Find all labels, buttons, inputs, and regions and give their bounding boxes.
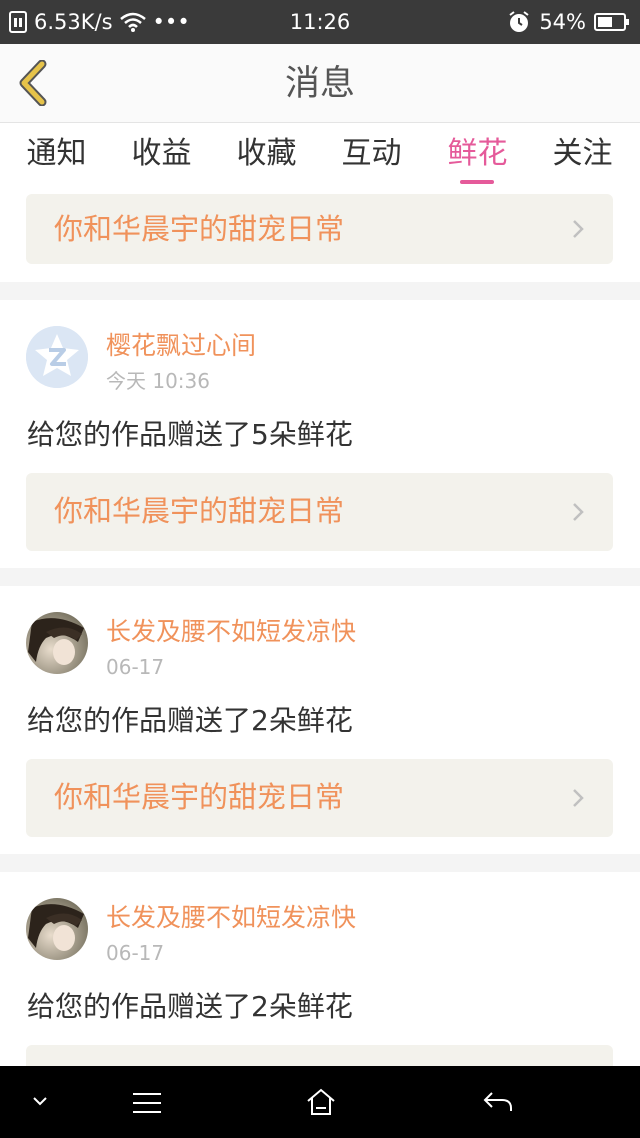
chevron-right-icon [573, 789, 584, 807]
message-text: 给您的作品赠送了2朵鲜花 [27, 704, 353, 737]
work-title: 你和华晨宇的甜宠日常 [54, 780, 345, 814]
user-name[interactable]: 长发及腰不如短发凉快 [106, 616, 356, 648]
avatar[interactable] [26, 898, 88, 960]
photo-avatar [26, 612, 88, 674]
system-nav-bar [0, 1066, 640, 1138]
page-title: 消息 [284, 64, 355, 104]
work-link[interactable]: 你和华晨宇的甜宠日常 [26, 473, 613, 551]
tab-notifications[interactable]: 通知 [4, 135, 109, 173]
menu-icon[interactable] [132, 1092, 162, 1114]
timestamp: 06-17 [106, 941, 165, 965]
timestamp: 06-17 [106, 655, 165, 679]
tab-bar: 通知 收益 收藏 互动 鲜花 关注 [0, 123, 640, 190]
avatar[interactable] [26, 326, 88, 388]
header-bar: 消息 [0, 44, 640, 123]
default-avatar-icon [26, 326, 88, 388]
work-link[interactable]: 你和华晨宇的甜宠日常 [26, 759, 613, 837]
battery-percent: 54% [539, 10, 586, 34]
flower-item: 长发及腰不如短发凉快 06-17 给您的作品赠送了2朵鲜花 [0, 872, 640, 1085]
flower-item-partial: 你和华晨宇的甜宠日常 [0, 190, 640, 282]
back-icon[interactable] [482, 1090, 514, 1114]
tab-follows[interactable]: 关注 [530, 135, 635, 173]
work-title: 你和华晨宇的甜宠日常 [54, 212, 345, 246]
photo-avatar [26, 898, 88, 960]
work-link[interactable]: 你和华晨宇的甜宠日常 [26, 194, 613, 264]
tab-earnings[interactable]: 收益 [109, 135, 214, 173]
status-right: 54% [507, 9, 630, 35]
tab-flowers[interactable]: 鲜花 [425, 135, 530, 173]
avatar[interactable] [26, 612, 88, 674]
active-tab-indicator [460, 180, 494, 184]
user-name[interactable]: 长发及腰不如短发凉快 [106, 902, 356, 934]
status-bar: 6.53K/s ••• 11:26 54% [0, 0, 640, 44]
message-text: 给您的作品赠送了2朵鲜花 [27, 990, 353, 1023]
chevron-down-icon[interactable] [32, 1096, 48, 1106]
message-text: 给您的作品赠送了5朵鲜花 [27, 418, 353, 451]
timestamp: 今天 10:36 [106, 369, 210, 393]
flower-item: 樱花飘过心间 今天 10:36 给您的作品赠送了5朵鲜花 你和华晨宇的甜宠日常 [0, 300, 640, 568]
battery-icon [594, 13, 629, 31]
chevron-right-icon [573, 220, 584, 238]
user-name[interactable]: 樱花飘过心间 [106, 330, 256, 362]
flower-item: 长发及腰不如短发凉快 06-17 给您的作品赠送了2朵鲜花 你和华晨宇的甜宠日常 [0, 586, 640, 854]
tab-interactions[interactable]: 互动 [319, 135, 424, 173]
alarm-icon [509, 11, 529, 32]
tab-favorites[interactable]: 收藏 [214, 135, 319, 173]
work-title: 你和华晨宇的甜宠日常 [54, 494, 345, 528]
home-icon[interactable] [306, 1088, 336, 1116]
chevron-right-icon [573, 503, 584, 521]
